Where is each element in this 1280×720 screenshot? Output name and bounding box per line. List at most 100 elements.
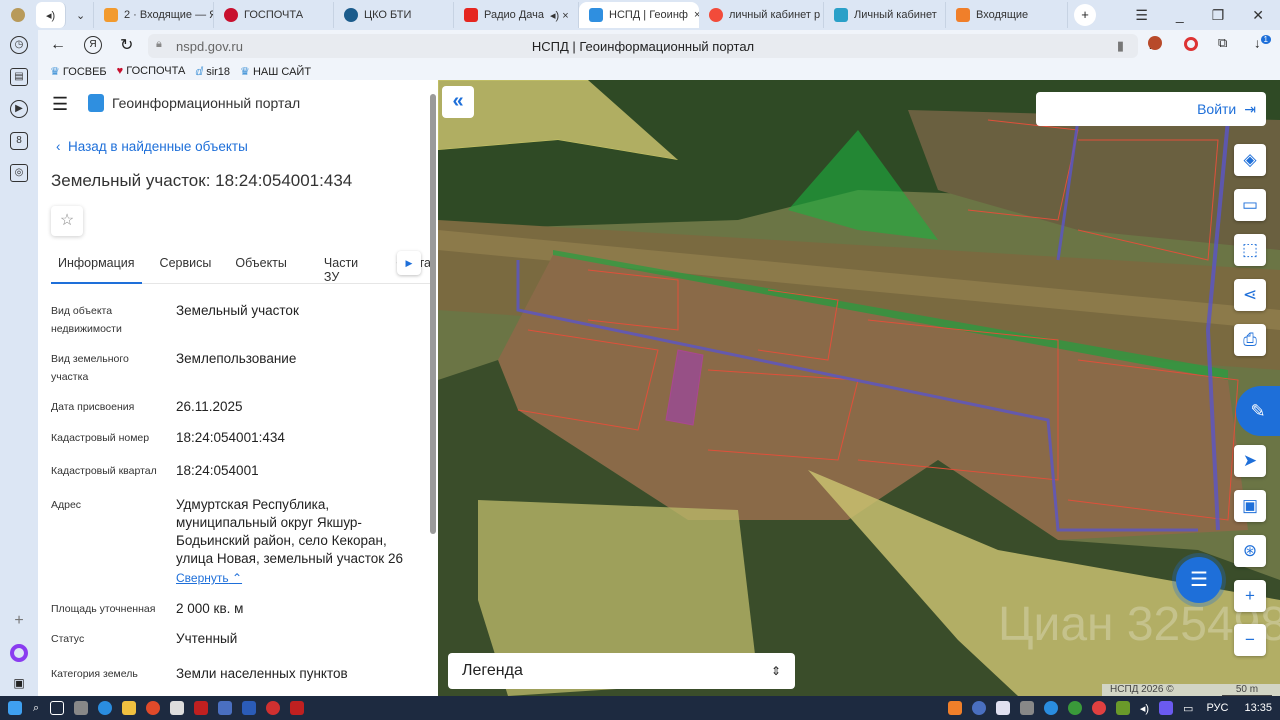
word-icon[interactable] bbox=[242, 701, 257, 715]
language-indicator[interactable]: РУС bbox=[1206, 702, 1228, 714]
nspd-logo-icon bbox=[88, 94, 104, 112]
windows-taskbar: ⌕ ◂) ▭ РУС 13:35 bbox=[0, 696, 1280, 720]
back-to-results-link[interactable]: ‹ Назад в найденные объекты bbox=[56, 139, 248, 154]
map-view[interactable]: Циан 325498145 « Войти⇥ ◈ ▭ ⬚ ⋖ ⎙ ✎ ➤ ▣ … bbox=[438, 80, 1280, 696]
layers-button[interactable]: ◈ bbox=[1234, 144, 1266, 176]
explorer-icon[interactable] bbox=[122, 701, 137, 715]
area-search-button[interactable]: ⬚ bbox=[1234, 234, 1266, 266]
tab-0[interactable]: 2 · Входящие — Я bbox=[94, 2, 214, 28]
field-label: Категория земель bbox=[51, 668, 138, 680]
minimap-button[interactable]: ▣ bbox=[1234, 490, 1266, 522]
yandex-button[interactable]: Я bbox=[84, 36, 102, 54]
panel-scrollbar[interactable] bbox=[430, 94, 436, 534]
tabs-scroll-right-button[interactable]: ▶ bbox=[397, 251, 421, 275]
edge-icon[interactable] bbox=[98, 701, 113, 715]
alice-icon[interactable] bbox=[10, 644, 28, 662]
tray-icon[interactable] bbox=[1091, 701, 1106, 715]
tab-5[interactable]: личный кабинет р bbox=[699, 2, 824, 28]
app-icon[interactable] bbox=[146, 701, 161, 715]
zoom-out-button[interactable]: − bbox=[1234, 624, 1266, 656]
sidebar-toggle-icon[interactable]: ▣ bbox=[13, 676, 24, 690]
bookmark-3[interactable]: ♛ НАШ САЙТ bbox=[240, 65, 311, 78]
tab-information[interactable]: Информация bbox=[51, 254, 142, 284]
downloads-icon[interactable]: ↓ 1 bbox=[1254, 35, 1271, 50]
new-tab-button[interactable]: + bbox=[1074, 4, 1096, 26]
app-icon[interactable]: ◎ bbox=[10, 164, 28, 182]
add-icon[interactable]: + bbox=[14, 612, 23, 630]
tab-parts[interactable]: Части ЗУ bbox=[299, 254, 384, 284]
print-button[interactable]: ⎙ bbox=[1234, 324, 1266, 356]
bookmark-2[interactable]: ⅆ sir18 bbox=[195, 65, 230, 78]
share-button[interactable]: ⋖ bbox=[1234, 279, 1266, 311]
tray-icon[interactable] bbox=[1159, 701, 1174, 715]
tab-3[interactable]: Радио Дача ◂) × bbox=[454, 2, 579, 28]
app-8-icon[interactable]: 8 bbox=[10, 132, 28, 150]
tray-icon[interactable] bbox=[971, 701, 986, 715]
history-icon[interactable]: ◷ bbox=[10, 36, 28, 54]
collections-icon[interactable]: ▤ bbox=[10, 68, 28, 86]
audio-icon[interactable]: ◂) bbox=[36, 2, 66, 28]
app-icon-4[interactable] bbox=[290, 701, 305, 715]
extensions-icon[interactable]: ⧉ bbox=[1218, 35, 1227, 51]
tab-services[interactable]: Сервисы bbox=[142, 254, 224, 283]
login-button[interactable]: Войти ⇥ bbox=[1036, 92, 1266, 126]
geolocation-button[interactable]: ⊛ bbox=[1234, 535, 1266, 567]
settings-icon[interactable] bbox=[74, 701, 89, 715]
bookmark-0[interactable]: ♛ ГОСВЕБ bbox=[50, 65, 107, 78]
restore-button[interactable]: ❐ bbox=[1212, 7, 1225, 24]
ruler-button[interactable]: ▭ bbox=[1234, 189, 1266, 221]
collapse-link[interactable]: Свернуть ⌃ bbox=[176, 571, 242, 585]
start-icon[interactable] bbox=[8, 701, 22, 715]
bookmark-1[interactable]: ♥ ГОСПОЧТА bbox=[117, 65, 186, 77]
tab-objects[interactable]: Объекты bbox=[223, 254, 299, 283]
network-icon[interactable]: ▭ bbox=[1183, 702, 1193, 715]
field-label: Статус bbox=[51, 633, 85, 645]
favorite-star-button[interactable]: ☆ bbox=[51, 206, 83, 236]
notepad-icon[interactable] bbox=[170, 701, 185, 715]
nspd-icon bbox=[589, 8, 603, 22]
minimap-icon: ▣ bbox=[1241, 496, 1259, 515]
extension-icon[interactable] bbox=[1148, 36, 1162, 50]
hamburger-menu-icon[interactable]: ☰ bbox=[52, 94, 68, 115]
play-icon[interactable]: ▶ bbox=[10, 100, 28, 118]
menu-icon[interactable]: ☰ bbox=[1135, 7, 1148, 24]
clock[interactable]: 13:35 bbox=[1244, 702, 1272, 714]
tray-icon[interactable] bbox=[947, 701, 962, 715]
profile-icon[interactable] bbox=[0, 8, 36, 22]
close-window-button[interactable]: ✕ bbox=[1252, 7, 1264, 24]
tab-6[interactable]: Личный кабинет bbox=[824, 2, 946, 28]
yandex-browser-icon[interactable] bbox=[218, 701, 233, 715]
tab-4[interactable]: НСПД | Геоинф × bbox=[579, 2, 699, 28]
chevron-down-icon[interactable]: ⌄ bbox=[66, 2, 94, 28]
tab-7[interactable]: Входящие bbox=[946, 2, 1068, 28]
tray-icon[interactable] bbox=[995, 701, 1010, 715]
minimize-button[interactable]: _ bbox=[1176, 7, 1184, 24]
field-value: 2 000 кв. м bbox=[176, 601, 244, 616]
url-bar[interactable]: 🔒︎ nspd.gov.ru НСПД | Геоинформационный … bbox=[148, 34, 1138, 58]
chat-button[interactable]: ☰ bbox=[1176, 557, 1222, 603]
tray-icon[interactable] bbox=[1115, 701, 1130, 715]
tray-icon[interactable] bbox=[1067, 701, 1082, 715]
extension-icon-2[interactable] bbox=[1184, 37, 1198, 51]
zoom-in-button[interactable]: + bbox=[1234, 580, 1266, 612]
share-icon: ⋖ bbox=[1242, 285, 1258, 304]
bookmark-icon[interactable]: ▮ bbox=[1117, 38, 1124, 54]
tray-icon[interactable] bbox=[1019, 701, 1034, 715]
collapse-panel-button[interactable]: « bbox=[442, 86, 474, 118]
app-icon-3[interactable] bbox=[266, 701, 281, 715]
tab-2[interactable]: ЦКО БТИ bbox=[334, 2, 454, 28]
tray-icon[interactable] bbox=[1043, 701, 1058, 715]
app-icon-2[interactable] bbox=[194, 701, 209, 715]
locate-button[interactable]: ➤ bbox=[1234, 445, 1266, 477]
legend-dropdown[interactable]: Легенда ⇕ bbox=[448, 653, 795, 689]
search-icon[interactable]: ⌕ bbox=[33, 702, 39, 715]
task-view-icon[interactable] bbox=[50, 701, 65, 715]
back-icon[interactable]: ← bbox=[50, 36, 66, 54]
chevron-updown-icon: ⇕ bbox=[770, 664, 781, 678]
audio-icon[interactable]: ◂) × bbox=[550, 9, 569, 22]
reload-icon[interactable]: ↻ bbox=[120, 35, 133, 55]
feedback-button[interactable]: ✎ bbox=[1236, 386, 1280, 436]
volume-icon[interactable]: ◂) bbox=[1140, 702, 1149, 715]
browser-sidebar: ◷ ▤ ▶ 8 ◎ + ▣ bbox=[0, 30, 38, 696]
tab-1[interactable]: ГОСПОЧТА bbox=[214, 2, 334, 28]
